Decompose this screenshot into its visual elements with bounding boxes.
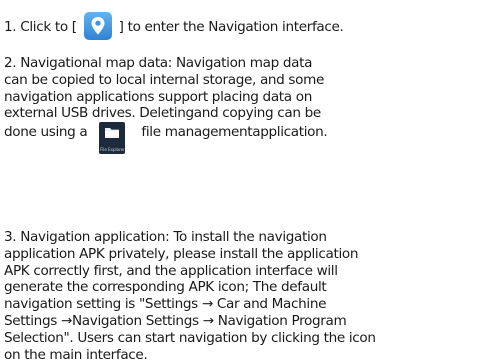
step-3-line-6: Settings →Navigation Settings → Navigati…: [4, 312, 347, 329]
step-3-line-4: generate the corresponding APK icon; The…: [4, 279, 327, 296]
step-1-before: 1. Click to [: [4, 19, 81, 35]
step-3-line-2: application APK privately, please instal…: [4, 245, 359, 262]
file-manager-icon[interactable]: File Explorer: [99, 122, 126, 155]
step-2-line-4: external USB drives. Deletingand copying…: [4, 105, 321, 122]
step-3-line-3: APK correctly first, and the application…: [4, 262, 338, 279]
location-pin-icon: [91, 17, 105, 35]
step-1-text: 1. Click to [ ] to enter the Navigation …: [4, 12, 344, 40]
step-3-text: 3. Navigation application: To install th…: [4, 229, 376, 363]
step-2-text: 2. Navigational map data: Navigation map…: [4, 55, 328, 155]
navigation-icon[interactable]: [83, 12, 112, 40]
step-2-line-1: 2. Navigational map data: Navigation map…: [4, 55, 313, 71]
step-2-line-5-start: done using a: [4, 124, 88, 141]
file-manager-caption: File Explorer: [100, 147, 125, 153]
step-2-line-2: can be copied to local internal storage,…: [4, 71, 325, 88]
step-2-line-5: done using a File Explorer file management…: [4, 122, 328, 155]
step-3-line-7: Selection". Users can start navigation b…: [4, 329, 376, 346]
step-2-line-3: navigation applications support placing …: [4, 88, 312, 105]
step-3-line-5: navigation setting is "Settings → Car an…: [4, 296, 327, 313]
step-1-after: ] to enter the Navigation interface.: [114, 19, 344, 35]
step-3-line-1: 3. Navigation application: To install th…: [4, 229, 327, 245]
folder-icon: [105, 128, 120, 139]
page: { "p1": { "before": "1. Click to [ ", "a…: [0, 0, 493, 363]
step-2-line-5-end: file managementapplication.: [141, 124, 328, 141]
